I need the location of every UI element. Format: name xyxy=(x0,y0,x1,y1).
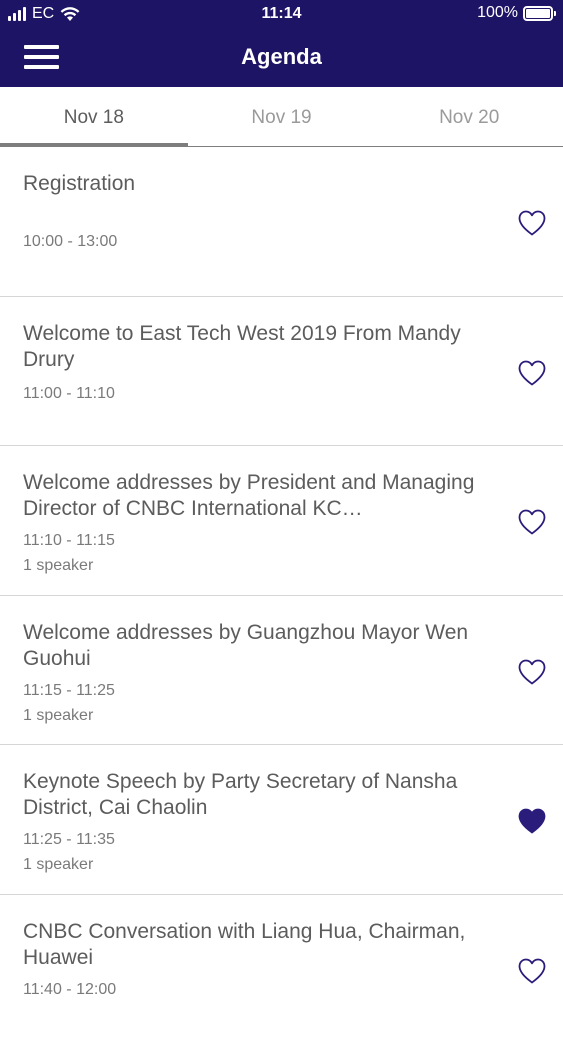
heart-outline-icon[interactable] xyxy=(517,359,547,387)
agenda-item-time: 10:00 - 13:00 xyxy=(23,233,493,251)
heart-outline-icon[interactable] xyxy=(517,957,547,985)
agenda-item-time: 11:00 - 11:10 xyxy=(23,385,493,403)
agenda-item[interactable]: Welcome addresses by President and Manag… xyxy=(0,446,563,596)
heart-filled-icon[interactable] xyxy=(517,807,547,835)
heart-outline-icon[interactable] xyxy=(517,658,547,686)
agenda-item-speakers: 1 speaker xyxy=(23,856,493,874)
top-bar: EC 11:14 100% Agenda xyxy=(0,0,563,87)
agenda-item-time: 11:25 - 11:35 xyxy=(23,831,493,849)
agenda-item-title: CNBC Conversation with Liang Hua, Chairm… xyxy=(23,895,493,971)
agenda-item-title: Welcome to East Tech West 2019 From Mand… xyxy=(23,297,493,373)
heart-outline-icon[interactable] xyxy=(517,508,547,536)
agenda-list: Registration 10:00 - 13:00 Welcome to Ea… xyxy=(0,147,563,1044)
agenda-item-time: 11:10 - 11:15 xyxy=(23,532,493,550)
agenda-item-title: Welcome addresses by Guangzhou Mayor Wen… xyxy=(23,596,493,672)
status-right: 100% xyxy=(477,4,553,22)
heart-outline-icon[interactable] xyxy=(517,209,547,237)
tab-nov-20[interactable]: Nov 20 xyxy=(375,87,563,146)
agenda-item-title: Registration xyxy=(23,147,493,197)
agenda-item[interactable]: Welcome addresses by Guangzhou Mayor Wen… xyxy=(0,596,563,746)
agenda-item-time: 11:40 - 12:00 xyxy=(23,981,493,999)
agenda-item[interactable]: CNBC Conversation with Liang Hua, Chairm… xyxy=(0,895,563,1044)
agenda-item[interactable]: Welcome to East Tech West 2019 From Mand… xyxy=(0,297,563,447)
page-title: Agenda xyxy=(0,44,563,70)
status-bar: EC 11:14 100% xyxy=(0,0,563,28)
agenda-item-speakers: 1 speaker xyxy=(23,707,493,725)
tab-nov-18[interactable]: Nov 18 xyxy=(0,87,188,146)
agenda-item-time: 11:15 - 11:25 xyxy=(23,682,493,700)
agenda-item-speakers: 1 speaker xyxy=(23,557,493,575)
nav-bar: Agenda xyxy=(0,28,563,87)
agenda-item-title: Keynote Speech by Party Secretary of Nan… xyxy=(23,745,493,821)
battery-percent: 100% xyxy=(477,4,518,22)
agenda-item[interactable]: Registration 10:00 - 13:00 xyxy=(0,147,563,297)
agenda-item[interactable]: Keynote Speech by Party Secretary of Nan… xyxy=(0,745,563,895)
battery-icon xyxy=(523,6,553,21)
agenda-item-title: Welcome addresses by President and Manag… xyxy=(23,446,493,522)
tab-nov-19[interactable]: Nov 19 xyxy=(188,87,376,146)
date-tabs: Nov 18 Nov 19 Nov 20 xyxy=(0,87,563,147)
